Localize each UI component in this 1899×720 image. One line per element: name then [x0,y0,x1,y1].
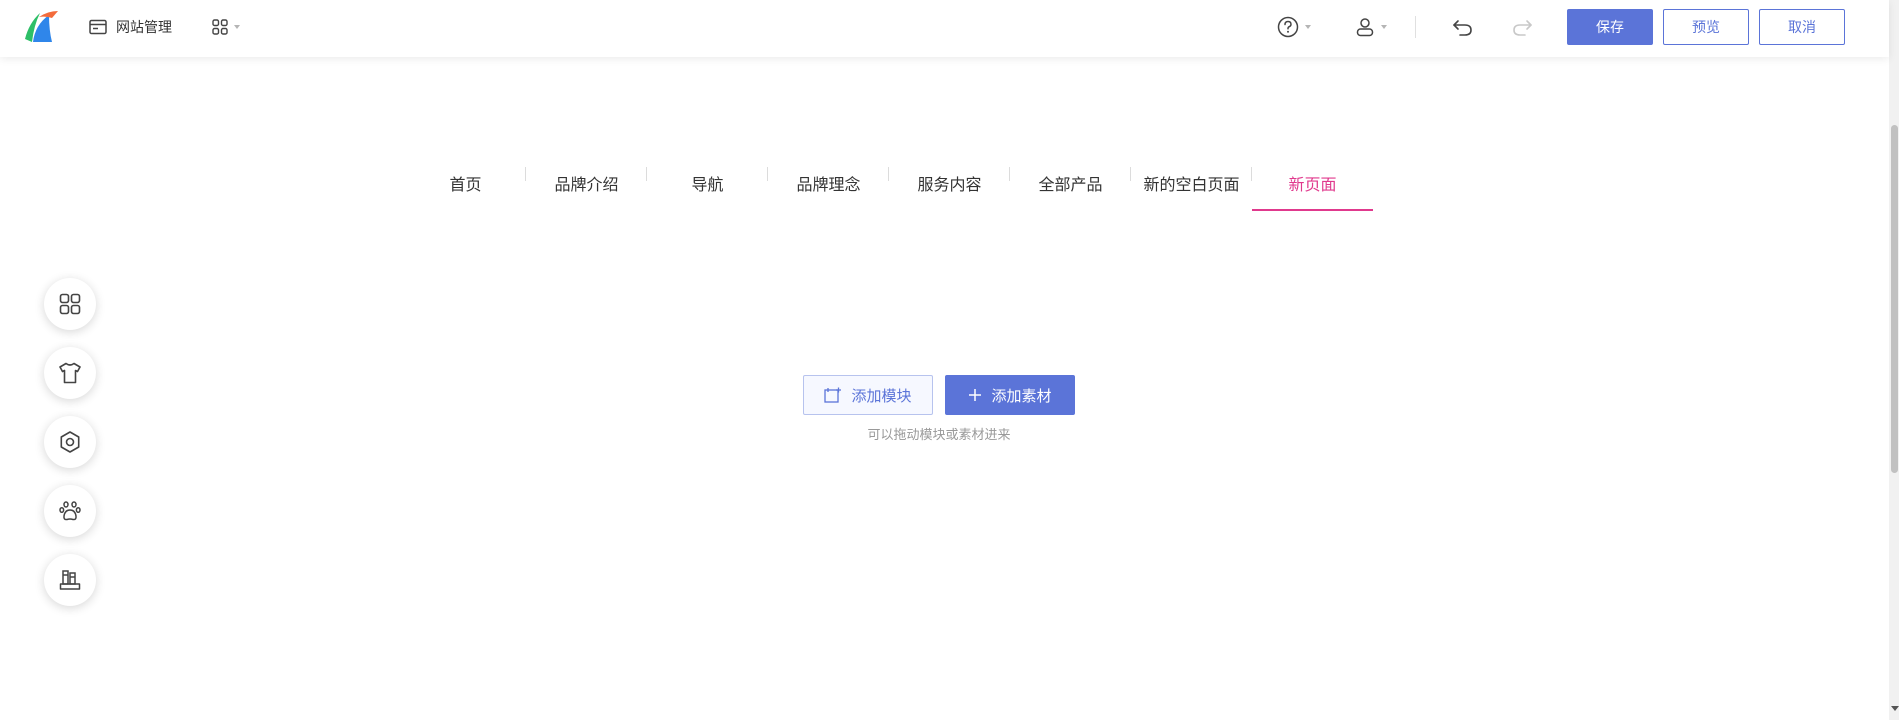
undo-icon[interactable] [1450,14,1476,40]
nav-item-label: 品牌理念 [796,175,861,194]
drag-hint-text: 可以拖动模块或素材进来 [867,428,1011,443]
top-toolbar: 网站管理 保存 预览 取消 [0,0,1889,57]
nav-item-new-page[interactable]: 新页面 [1252,155,1373,211]
paw-icon [59,501,81,521]
add-material-button[interactable]: 添加素材 [945,375,1075,415]
add-module-icon [824,387,842,403]
help-dropdown[interactable] [1277,14,1311,40]
page-navigation: 首页 品牌介绍 导航 品牌理念 服务内容 全部产品 新的空白页面 新页面 [405,155,1373,211]
nav-item-label: 新的空白页面 [1143,175,1240,194]
nav-item-label: 服务内容 [917,175,982,194]
nav-item-label: 品牌介绍 [554,175,619,194]
scroll-down-arrow-icon[interactable] [1891,706,1899,711]
chevron-down-icon [1305,25,1311,29]
redo-icon[interactable] [1509,14,1535,40]
nav-item-label: 新页面 [1288,175,1337,194]
modules-tool-button[interactable] [44,278,96,330]
settings-gear-icon [60,431,80,453]
nav-item-home[interactable]: 首页 [405,155,526,211]
nav-item-brand-intro[interactable]: 品牌介绍 [526,155,647,211]
logo-icon[interactable] [22,9,62,45]
apps-grid-icon [212,19,228,35]
nav-item-new-blank-page[interactable]: 新的空白页面 [1131,155,1252,211]
scrollbar-thumb[interactable] [1891,125,1898,473]
plus-icon [969,389,982,401]
library-books-icon [59,570,81,590]
nav-item-brand-philosophy[interactable]: 品牌理念 [768,155,889,211]
apps-dropdown[interactable] [212,16,240,38]
nav-item-label: 首页 [449,175,482,194]
pet-tool-button[interactable] [44,485,96,537]
library-tool-button[interactable] [44,554,96,606]
save-button[interactable]: 保存 [1567,9,1653,45]
theme-shirt-icon [59,362,81,384]
nav-item-label: 导航 [691,175,724,194]
nav-item-all-products[interactable]: 全部产品 [1010,155,1131,211]
nav-item-services[interactable]: 服务内容 [889,155,1010,211]
theme-tool-button[interactable] [44,347,96,399]
cancel-button[interactable]: 取消 [1759,9,1845,45]
nav-item-navigation[interactable]: 导航 [647,155,768,211]
add-module-button[interactable]: 添加模块 [803,375,933,415]
settings-tool-button[interactable] [44,416,96,468]
nav-item-label: 全部产品 [1038,175,1103,194]
help-icon [1277,16,1299,38]
add-material-label: 添加素材 [991,386,1052,405]
site-management-label: 网站管理 [116,20,172,36]
toolbar-divider [1415,16,1416,38]
user-icon [1356,18,1374,37]
preview-button[interactable]: 预览 [1663,9,1749,45]
user-dropdown[interactable] [1355,14,1387,40]
add-module-label: 添加模块 [851,386,912,405]
chevron-down-icon [1381,25,1387,29]
site-management-icon [89,19,107,35]
site-management-menu[interactable]: 网站管理 [89,16,172,38]
modules-icon [59,293,81,315]
chevron-down-icon [234,25,240,29]
